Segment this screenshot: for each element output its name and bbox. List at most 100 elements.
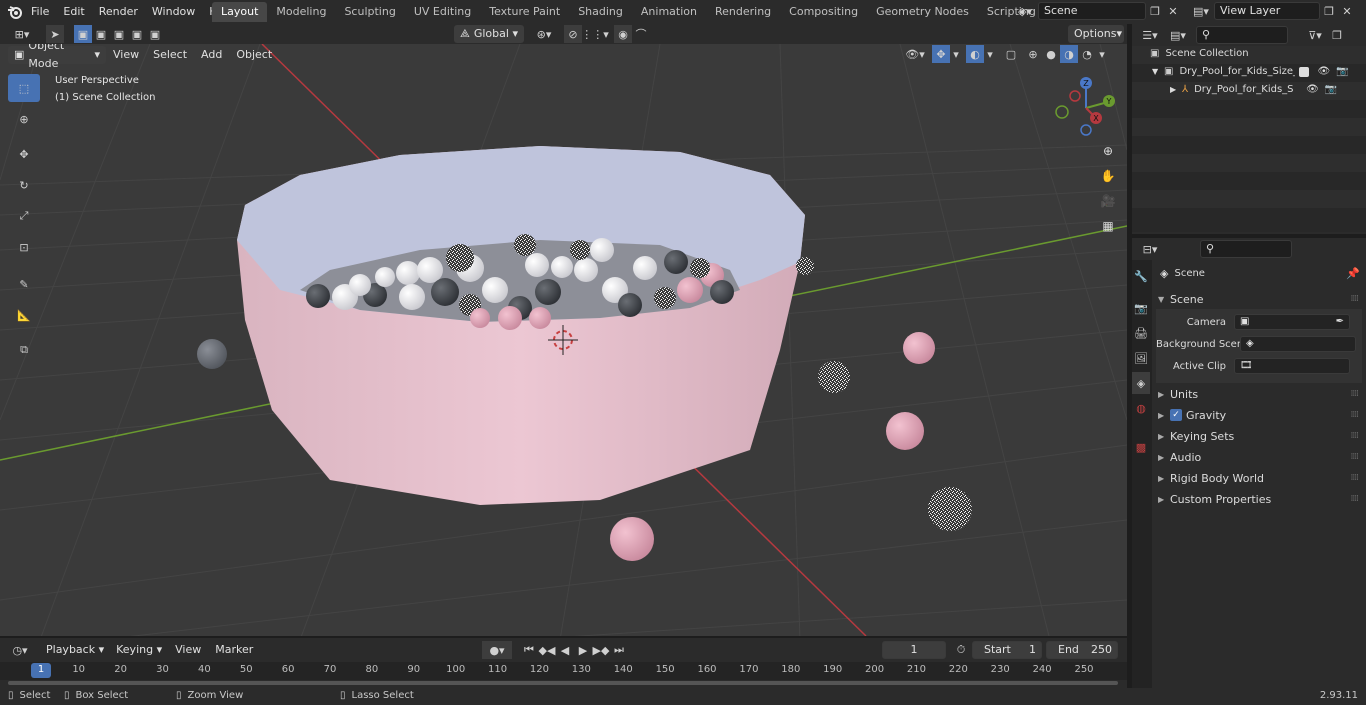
menu-keying[interactable]: Keying ▾ — [110, 641, 168, 659]
move-tool[interactable]: ✥ — [8, 140, 40, 168]
view-layer-icon[interactable]: ▤▾ — [1188, 2, 1214, 20]
ball-pink[interactable] — [903, 332, 935, 364]
menu-edit[interactable]: Edit — [56, 0, 91, 24]
perspective-toggle-icon[interactable]: ▦ — [1097, 215, 1119, 237]
remove-view-layer-icon[interactable]: ✕ — [1338, 2, 1356, 20]
eyedropper-icon[interactable]: ✒ — [1336, 314, 1344, 330]
prev-keyframe-icon[interactable]: ◆◀ — [538, 641, 556, 659]
navigation-gizmo[interactable]: Z Y X — [1050, 72, 1120, 142]
visibility-icon[interactable]: 👁▾ — [902, 45, 928, 63]
new-collection-icon[interactable]: ❐ — [1328, 26, 1346, 44]
properties-search-input[interactable]: ⚲ — [1200, 240, 1292, 258]
record-icon[interactable]: ●▾ — [482, 641, 512, 659]
view-layer-tab-icon[interactable]: 🖼 — [1132, 347, 1150, 369]
tab-uv-editing[interactable]: UV Editing — [405, 2, 480, 22]
select-box-tool[interactable]: ⬚ — [8, 74, 40, 102]
tab-geometry-nodes[interactable]: Geometry Nodes — [867, 2, 978, 22]
proportional-edit-icon[interactable]: ◉ — [614, 25, 632, 43]
zoom-icon[interactable]: ⊕ — [1097, 140, 1119, 162]
tool-tab-icon[interactable]: 🔧 — [1132, 265, 1150, 287]
drag-grip-icon[interactable]: ⁞⁞⁞⁞ — [1351, 473, 1360, 483]
menu-file[interactable]: File — [24, 0, 56, 24]
mode-dropdown[interactable]: ▣ Object Mode ▾ — [8, 44, 106, 70]
menu-marker[interactable]: Marker — [208, 641, 260, 659]
drag-grip-icon[interactable]: ⁞⁞⁞⁞ — [1351, 431, 1360, 441]
outliner-search-input[interactable]: ⚲ — [1196, 26, 1288, 44]
scene-name-field[interactable]: Scene — [1038, 2, 1146, 20]
gravity-panel-header[interactable]: ▶ ✓ Gravity ⁞⁞⁞⁞ — [1158, 405, 1364, 425]
add-cube-tool[interactable]: ⧉ — [8, 336, 40, 364]
outliner-editor-type-icon[interactable]: ☰▾ — [1136, 26, 1164, 44]
tab-compositing[interactable]: Compositing — [780, 2, 867, 22]
camera-icon[interactable]: 📷 — [1336, 66, 1348, 77]
select-mode-extend-icon[interactable]: ▣ — [92, 25, 110, 43]
snap-target-icon[interactable]: ⋮⋮▾ — [581, 25, 609, 43]
gizmo-options-icon[interactable]: ▾ — [950, 45, 962, 63]
pin-icon[interactable]: 📌 — [1346, 267, 1360, 280]
tab-texture-paint[interactable]: Texture Paint — [480, 2, 569, 22]
ball-white-speckled[interactable] — [796, 257, 814, 275]
options-dropdown[interactable]: Options ▾ — [1068, 25, 1124, 43]
collection-row[interactable]: ▼ ▣ Dry_Pool_for_Kids_Size_M_00: 👁 📷 — [1152, 66, 1349, 77]
camera-view-icon[interactable]: 🎥 — [1097, 190, 1119, 212]
scene-icon[interactable]: ◈▾ — [1012, 2, 1038, 20]
select-mode-subtract-icon[interactable]: ▣ — [110, 25, 128, 43]
select-mode-new-icon[interactable]: ▣ — [74, 25, 92, 43]
blender-logo-icon[interactable] — [6, 3, 24, 21]
tab-animation[interactable]: Animation — [632, 2, 706, 22]
menu-view[interactable]: View — [106, 45, 146, 65]
background-scene-field[interactable]: ◈ — [1240, 336, 1356, 352]
render-tab-icon[interactable]: 📷 — [1132, 297, 1150, 319]
jump-end-icon[interactable]: ⏭ — [610, 641, 628, 659]
shading-material-icon[interactable]: ◑ — [1060, 45, 1078, 63]
menu-playback[interactable]: Playback ▾ — [40, 641, 110, 659]
remove-scene-icon[interactable]: ✕ — [1164, 2, 1182, 20]
ball-white-speckled[interactable] — [818, 361, 850, 393]
tab-rendering[interactable]: Rendering — [706, 2, 780, 22]
view-layer-field[interactable]: View Layer — [1214, 2, 1320, 20]
units-panel-header[interactable]: ▶ Units ⁞⁞⁞⁞ — [1158, 384, 1364, 404]
timeline-editor-type-icon[interactable]: ◷▾ — [6, 641, 34, 659]
display-mode-icon[interactable]: ▤▾ — [1164, 26, 1192, 44]
current-frame-field[interactable]: 1 — [882, 641, 946, 659]
ball-pink[interactable] — [610, 517, 654, 561]
object-row[interactable]: ▶ ⅄ Dry_Pool_for_Kids_Size_M 👁 📷 — [1170, 84, 1337, 95]
menu-object[interactable]: Object — [229, 45, 279, 65]
checkbox-icon[interactable] — [1299, 66, 1310, 77]
transform-orientation-dropdown[interactable]: ⟁ Global ▾ — [454, 25, 524, 43]
properties-editor-type-icon[interactable]: ⊟▾ — [1136, 240, 1164, 258]
snap-toggle-icon[interactable]: ⊘ — [564, 25, 582, 43]
camera-icon[interactable]: 📷 — [1325, 84, 1337, 95]
select-tool-icon[interactable]: ➤ — [46, 25, 64, 43]
menu-render[interactable]: Render — [92, 0, 145, 24]
cursor-tool[interactable]: ⊕ — [8, 105, 40, 133]
keying-sets-panel-header[interactable]: ▶ Keying Sets ⁞⁞⁞⁞ — [1158, 426, 1364, 446]
scale-tool[interactable]: ⤢ — [8, 202, 40, 230]
jump-start-icon[interactable]: ⏮ — [520, 641, 538, 659]
filter-icon[interactable]: ⊽▾ — [1302, 26, 1328, 44]
ball-pink[interactable] — [886, 412, 924, 450]
gravity-checkbox[interactable]: ✓ — [1170, 409, 1182, 421]
drag-grip-icon[interactable]: ⁞⁞⁞⁞ — [1351, 410, 1360, 420]
play-icon[interactable]: ▶ — [574, 641, 592, 659]
menu-timeline-view[interactable]: View — [168, 641, 208, 659]
ball-grey[interactable] — [197, 339, 227, 369]
tab-modeling[interactable]: Modeling — [267, 2, 335, 22]
select-mode-invert-icon[interactable]: ▣ — [128, 25, 146, 43]
menu-add[interactable]: Add — [194, 45, 229, 65]
annotate-tool[interactable]: ✎ — [8, 270, 40, 298]
pan-hand-icon[interactable]: ✋ — [1097, 165, 1119, 187]
drag-grip-icon[interactable]: ⁞⁞⁞⁞ — [1351, 294, 1360, 304]
shading-wireframe-icon[interactable]: ⊕ — [1024, 45, 1042, 63]
gizmo-toggle-icon[interactable]: ✥ — [932, 45, 950, 63]
frame-ruler[interactable]: 1 10 20 30 40 50 60 70 80 90 100 110 120 130 140 150 160… — [0, 662, 1127, 680]
drag-grip-icon[interactable]: ⁞⁞⁞⁞ — [1351, 494, 1360, 504]
shading-rendered-icon[interactable]: ◔ — [1078, 45, 1096, 63]
transform-tool[interactable]: ⊡ — [8, 233, 40, 261]
texture-tab-icon[interactable]: ▩ — [1132, 436, 1150, 458]
scene-tab-icon[interactable]: ◈ — [1132, 372, 1150, 394]
rotate-tool[interactable]: ↻ — [8, 171, 40, 199]
scene-panel-header[interactable]: ▼ Scene ⁞⁞⁞⁞ — [1158, 289, 1364, 309]
shading-options-icon[interactable]: ▾ — [1096, 45, 1108, 63]
overlay-toggle-icon[interactable]: ◐ — [966, 45, 984, 63]
